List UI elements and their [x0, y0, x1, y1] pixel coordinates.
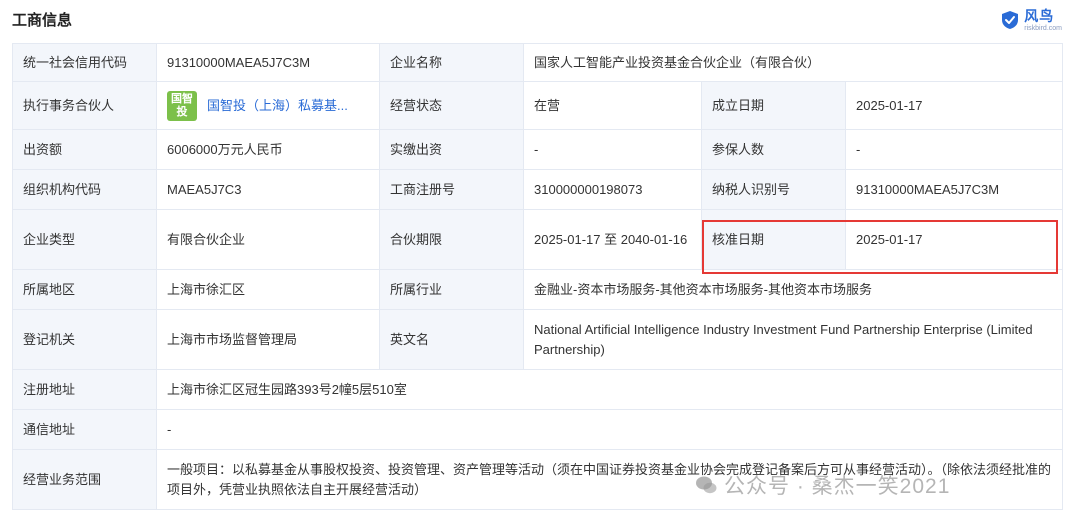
business-info-table: 统一社会信用代码 91310000MAEA5J7C3M 企业名称 国家人工智能产… [12, 43, 1064, 510]
label-partnership-term: 合伙期限 [379, 209, 524, 270]
label-credit-code: 统一社会信用代码 [12, 43, 157, 82]
table-row: 出资额 6006000万元人民币 实缴出资 - 参保人数 - [12, 129, 1064, 170]
value-paid-capital: - [523, 129, 702, 170]
label-registration-number: 工商注册号 [379, 169, 524, 210]
brand-domain: riskbird.com [1024, 24, 1062, 32]
value-business-status: 在营 [523, 81, 702, 130]
label-executive-partner: 执行事务合伙人 [12, 81, 157, 130]
value-registered-address: 上海市徐汇区冠生园路393号2幢5层510室 [155, 369, 1064, 410]
value-company-type: 有限合伙企业 [156, 209, 380, 270]
label-region: 所属地区 [12, 269, 157, 310]
label-approval-date: 核准日期 [701, 209, 846, 270]
label-registered-address: 注册地址 [12, 369, 157, 410]
label-mailing-address: 通信地址 [12, 409, 157, 450]
table-row: 注册地址 上海市徐汇区冠生园路393号2幢5层510室 [12, 369, 1064, 410]
table-row: 所属地区 上海市徐汇区 所属行业 金融业-资本市场服务-其他资本市场服务-其他资… [12, 269, 1064, 310]
label-capital: 出资额 [12, 129, 157, 170]
section-header: 工商信息 风鸟 riskbird.com [0, 0, 1080, 40]
partner-link[interactable]: 国智投（上海）私募基... [207, 96, 348, 116]
section-title: 工商信息 [12, 12, 73, 29]
brand-name: 风鸟 [1024, 7, 1055, 24]
table-row: 执行事务合伙人 国智 投 国智投（上海）私募基... 经营状态 在营 成立日期 … [12, 81, 1064, 130]
table-row: 组织机构代码 MAEA5J7C3 工商注册号 310000000198073 纳… [12, 169, 1064, 210]
table-row: 登记机关 上海市市场监督管理局 英文名 National Artificial … [12, 309, 1064, 370]
table-row: 统一社会信用代码 91310000MAEA5J7C3M 企业名称 国家人工智能产… [12, 43, 1064, 82]
table-row: 经营业务范围 一般项目：以私募基金从事股权投资、投资管理、资产管理等活动（须在中… [12, 449, 1064, 510]
value-org-code: MAEA5J7C3 [156, 169, 380, 210]
value-capital: 6006000万元人民币 [156, 129, 380, 170]
value-approval-date: 2025-01-17 [844, 209, 1064, 270]
label-registration-authority: 登记机关 [12, 309, 157, 370]
label-established-date: 成立日期 [701, 81, 846, 130]
value-mailing-address: - [155, 409, 1064, 450]
label-industry: 所属行业 [379, 269, 524, 310]
value-credit-code: 91310000MAEA5J7C3M [156, 43, 380, 82]
value-industry: 金融业-资本市场服务-其他资本市场服务-其他资本市场服务 [522, 269, 1064, 310]
value-partnership-term: 2025-01-17 至 2040-01-16 [523, 209, 702, 270]
label-company-name: 企业名称 [379, 43, 524, 82]
value-registration-authority: 上海市市场监督管理局 [156, 309, 380, 370]
label-company-type: 企业类型 [12, 209, 157, 270]
value-registration-number: 310000000198073 [523, 169, 702, 210]
label-business-scope: 经营业务范围 [12, 449, 157, 510]
value-business-scope: 一般项目：以私募基金从事股权投资、投资管理、资产管理等活动（须在中国证券投资基金… [155, 449, 1064, 510]
label-business-status: 经营状态 [379, 81, 524, 130]
table-row: 企业类型 有限合伙企业 合伙期限 2025-01-17 至 2040-01-16… [12, 209, 1064, 270]
value-region: 上海市徐汇区 [156, 269, 380, 310]
label-insured-count: 参保人数 [701, 129, 846, 170]
table-row: 通信地址 - [12, 409, 1064, 450]
partner-logo[interactable]: 国智 投 [167, 90, 197, 121]
value-executive-partner: 国智 投 国智投（上海）私募基... [156, 81, 380, 130]
label-taxpayer-id: 纳税人识别号 [701, 169, 846, 210]
value-company-name: 国家人工智能产业投资基金合伙企业（有限合伙） [522, 43, 1064, 82]
value-taxpayer-id: 91310000MAEA5J7C3M [844, 169, 1064, 210]
value-established-date: 2025-01-17 [844, 81, 1064, 130]
shield-check-icon [1002, 11, 1019, 29]
label-org-code: 组织机构代码 [12, 169, 157, 210]
brand-logo[interactable]: 风鸟 riskbird.com [1000, 8, 1062, 32]
label-paid-capital: 实缴出资 [379, 129, 524, 170]
value-insured-count: - [844, 129, 1064, 170]
label-english-name: 英文名 [379, 309, 524, 370]
value-english-name: National Artificial Intelligence Industr… [522, 309, 1064, 370]
